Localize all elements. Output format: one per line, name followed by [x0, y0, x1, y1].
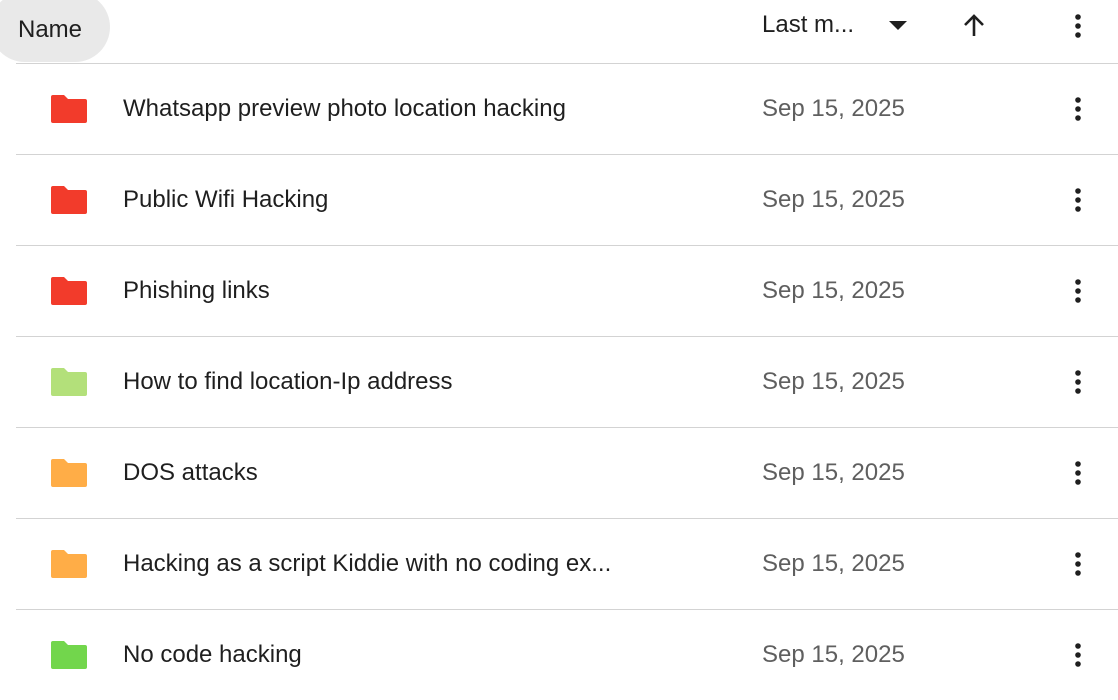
more-vert-icon[interactable]	[1066, 550, 1090, 578]
folder-icon	[51, 186, 87, 214]
file-list-header: Name Last m...	[0, 0, 1118, 63]
more-vert-icon[interactable]	[1066, 368, 1090, 396]
file-last-modified: Sep 15, 2025	[762, 368, 905, 395]
name-column-header[interactable]: Name	[0, 0, 110, 62]
file-last-modified: Sep 15, 2025	[762, 459, 905, 486]
caret-down-icon[interactable]	[888, 20, 908, 32]
more-vert-icon[interactable]	[1066, 95, 1090, 123]
file-row[interactable]: DOS attacks Sep 15, 2025	[16, 427, 1118, 518]
file-last-modified: Sep 15, 2025	[762, 277, 905, 304]
file-last-modified: Sep 15, 2025	[762, 550, 905, 577]
more-vert-icon[interactable]	[1066, 12, 1090, 40]
more-vert-icon[interactable]	[1066, 641, 1090, 669]
file-row[interactable]: No code hacking Sep 15, 2025	[16, 609, 1118, 700]
folder-icon	[51, 277, 87, 305]
file-name: Hacking as a script Kiddie with no codin…	[123, 550, 612, 577]
file-list: Whatsapp preview photo location hacking …	[16, 63, 1118, 700]
more-vert-icon[interactable]	[1066, 186, 1090, 214]
folder-icon	[51, 550, 87, 578]
more-vert-icon[interactable]	[1066, 459, 1090, 487]
file-row[interactable]: Phishing links Sep 15, 2025	[16, 245, 1118, 336]
file-last-modified: Sep 15, 2025	[762, 186, 905, 213]
file-name: DOS attacks	[123, 459, 258, 486]
file-name: Phishing links	[123, 277, 270, 304]
folder-icon	[51, 641, 87, 669]
more-vert-icon[interactable]	[1066, 277, 1090, 305]
file-row[interactable]: Public Wifi Hacking Sep 15, 2025	[16, 154, 1118, 245]
file-row[interactable]: How to find location-Ip address Sep 15, …	[16, 336, 1118, 427]
file-name: Public Wifi Hacking	[123, 186, 329, 213]
file-name: How to find location-Ip address	[123, 368, 453, 395]
folder-icon	[51, 368, 87, 396]
file-row[interactable]: Hacking as a script Kiddie with no codin…	[16, 518, 1118, 609]
last-modified-column-header[interactable]: Last m...	[762, 11, 854, 39]
name-column-label: Name	[18, 16, 83, 43]
file-name: No code hacking	[123, 641, 302, 668]
file-row[interactable]: Whatsapp preview photo location hacking …	[16, 63, 1118, 154]
folder-icon	[51, 459, 87, 487]
file-last-modified: Sep 15, 2025	[762, 641, 905, 668]
arrow-up-icon[interactable]	[960, 12, 988, 40]
folder-icon	[51, 95, 87, 123]
file-name: Whatsapp preview photo location hacking	[123, 95, 566, 122]
file-last-modified: Sep 15, 2025	[762, 95, 905, 122]
